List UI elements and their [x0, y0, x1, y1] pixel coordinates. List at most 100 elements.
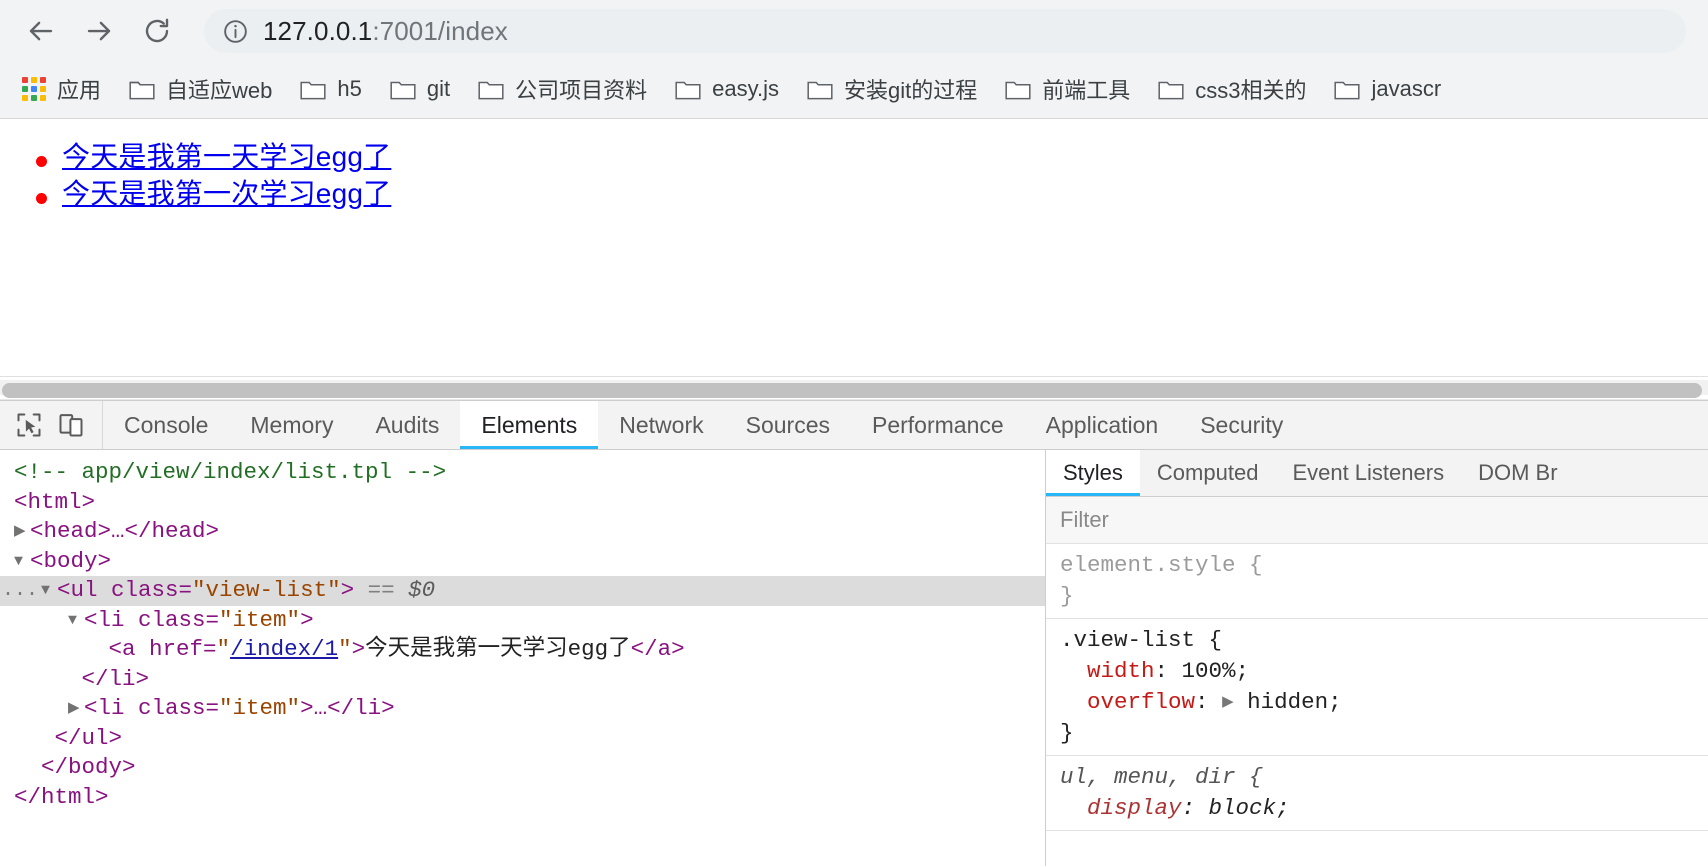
- tab-label: Security: [1200, 411, 1284, 438]
- css-selector: ul, menu, dir {: [1060, 764, 1263, 790]
- list-item-link[interactable]: 今天是我第一天学习egg了: [62, 141, 391, 172]
- styles-sidebar: Styles Computed Event Listeners DOM Br e…: [1046, 450, 1708, 866]
- forward-button[interactable]: [76, 8, 122, 54]
- back-button[interactable]: [18, 8, 64, 54]
- device-toolbar-icon[interactable]: [50, 406, 92, 444]
- bookmark-folder-6[interactable]: 安装git的过程: [799, 69, 985, 109]
- bookmark-label: 应用: [57, 78, 102, 103]
- css-selector: element.style {: [1060, 552, 1263, 578]
- dom-line-html-close[interactable]: </html>: [0, 783, 1045, 813]
- reload-button[interactable]: [134, 8, 180, 54]
- forward-arrow-icon: [87, 21, 111, 41]
- tab-label: Application: [1045, 411, 1159, 438]
- tab-label: Styles: [1063, 460, 1123, 485]
- tab-performance[interactable]: Performance: [851, 401, 1025, 449]
- tab-elements[interactable]: Elements: [460, 401, 599, 449]
- bookmark-label: 前端工具: [1042, 78, 1131, 103]
- tab-label: DOM Br: [1478, 460, 1558, 485]
- css-rule-ua-ul[interactable]: ul, menu, dir { display: block;: [1046, 756, 1708, 831]
- css-selector: .view-list {: [1060, 627, 1223, 653]
- tab-label: Event Listeners: [1292, 460, 1445, 485]
- tab-computed[interactable]: Computed: [1140, 450, 1276, 496]
- view-list: 今天是我第一天学习egg了 今天是我第一次学习egg了: [0, 143, 1708, 208]
- tab-label: Console: [124, 411, 209, 438]
- tab-event-listeners[interactable]: Event Listeners: [1275, 450, 1461, 496]
- dom-line-html-open[interactable]: <html>: [0, 488, 1045, 518]
- dom-line-head[interactable]: ▶ <head>…</head>: [0, 517, 1045, 547]
- horizontal-scrollbar-track[interactable]: [0, 380, 1708, 398]
- styles-filter-input[interactable]: [1060, 507, 1694, 533]
- tab-sources[interactable]: Sources: [725, 401, 851, 449]
- dom-line-ul-close[interactable]: </ul>: [0, 724, 1045, 754]
- css-property-name[interactable]: overflow: [1087, 689, 1195, 715]
- inspect-element-icon[interactable]: [8, 406, 50, 444]
- tab-styles[interactable]: Styles: [1046, 450, 1140, 496]
- address-bar[interactable]: 127.0.0.1:7001/index: [204, 9, 1686, 53]
- url-text: 127.0.0.1:7001/index: [263, 16, 508, 47]
- tab-label: Computed: [1156, 460, 1259, 485]
- reload-icon: [145, 18, 169, 43]
- dom-tag: </html>: [14, 783, 109, 810]
- folder-icon: [675, 81, 701, 100]
- dom-tree-panel[interactable]: <!-- app/view/index/list.tpl --> <html> …: [0, 450, 1046, 866]
- bookmarks-bar: 应用 自适应web h5 git 公司项目资料 easy.js 安装git的过程…: [0, 62, 1708, 116]
- bookmark-label: easy.js: [712, 76, 779, 101]
- dom-line-comment[interactable]: <!-- app/view/index/list.tpl -->: [0, 458, 1045, 488]
- css-property-value[interactable]: hidden;: [1247, 689, 1342, 715]
- css-property-name[interactable]: display: [1087, 795, 1182, 821]
- bookmark-apps[interactable]: 应用: [14, 69, 109, 109]
- bookmark-folder-3[interactable]: git: [382, 69, 458, 109]
- tab-label: Memory: [250, 411, 334, 438]
- bookmark-folder-5[interactable]: easy.js: [667, 69, 787, 109]
- apps-grid-icon: [22, 77, 46, 101]
- bookmark-folder-8[interactable]: css3相关的: [1150, 69, 1314, 109]
- dom-line-body-open[interactable]: ▼ <body>: [0, 547, 1045, 577]
- css-property-name[interactable]: width: [1087, 658, 1155, 684]
- bookmark-label: 自适应web: [166, 78, 273, 103]
- css-property-value[interactable]: 100%;: [1182, 658, 1250, 684]
- bookmark-folder-2[interactable]: h5: [292, 69, 369, 109]
- list-item-link[interactable]: 今天是我第一次学习egg了: [62, 178, 391, 209]
- tab-network[interactable]: Network: [598, 401, 724, 449]
- folder-icon: [390, 81, 416, 100]
- css-property-value[interactable]: block;: [1209, 795, 1290, 821]
- horizontal-scrollbar-thumb[interactable]: [2, 383, 1702, 398]
- tab-audits[interactable]: Audits: [354, 401, 460, 449]
- folder-icon: [478, 81, 504, 100]
- expand-triangle-icon[interactable]: ▶: [68, 694, 84, 724]
- tab-security[interactable]: Security: [1179, 401, 1304, 449]
- styles-filter-row[interactable]: [1046, 497, 1708, 544]
- dom-line-anchor[interactable]: <a href="/index/1">今天是我第一天学习egg了</a>: [0, 635, 1045, 665]
- dom-line-li-close[interactable]: </li>: [0, 665, 1045, 695]
- dom-attr-href[interactable]: /index/1: [230, 636, 338, 662]
- devtools-body: <!-- app/view/index/list.tpl --> <html> …: [0, 450, 1708, 866]
- dom-line-body-close[interactable]: </body>: [0, 753, 1045, 783]
- tab-dom-breakpoints[interactable]: DOM Br: [1461, 450, 1574, 496]
- expand-triangle-icon[interactable]: ▶: [14, 517, 30, 547]
- dom-tag: </ul>: [54, 724, 123, 751]
- dom-line-li-collapsed[interactable]: ▶ <li class="item">…</li>: [0, 694, 1045, 724]
- dom-eq-marker: ==: [367, 577, 395, 603]
- collapse-triangle-icon[interactable]: ▼: [68, 606, 84, 636]
- bookmark-label: 公司项目资料: [515, 78, 648, 103]
- collapse-triangle-icon[interactable]: ▼: [14, 547, 30, 577]
- devtools-splitter[interactable]: [0, 376, 1708, 400]
- css-rule-element-style[interactable]: element.style { }: [1046, 544, 1708, 619]
- folder-icon: [1005, 81, 1031, 100]
- expand-triangle-icon[interactable]: ▶: [1222, 687, 1234, 718]
- dom-tag: <a href=: [108, 636, 217, 662]
- tab-memory[interactable]: Memory: [229, 401, 354, 449]
- bookmark-folder-1[interactable]: 自适应web: [121, 69, 280, 109]
- dom-line-ul-view-list[interactable]: ... ▼ <ul class="view-list"> == $0: [0, 576, 1045, 606]
- bookmark-folder-4[interactable]: 公司项目资料: [470, 69, 655, 109]
- list-item: 今天是我第一次学习egg了: [36, 178, 1708, 209]
- dom-line-li-open[interactable]: ▼ <li class="item">: [0, 606, 1045, 636]
- collapse-triangle-icon[interactable]: ▼: [41, 576, 57, 606]
- bookmark-folder-9[interactable]: javascr: [1326, 69, 1449, 109]
- tab-console[interactable]: Console: [103, 401, 229, 449]
- navigation-bar: 127.0.0.1:7001/index: [0, 0, 1708, 62]
- tab-application[interactable]: Application: [1025, 401, 1180, 449]
- css-rule-view-list[interactable]: .view-list { width: 100%; overflow: ▶ hi…: [1046, 619, 1708, 756]
- info-circle-icon[interactable]: [222, 18, 249, 45]
- bookmark-folder-7[interactable]: 前端工具: [997, 69, 1138, 109]
